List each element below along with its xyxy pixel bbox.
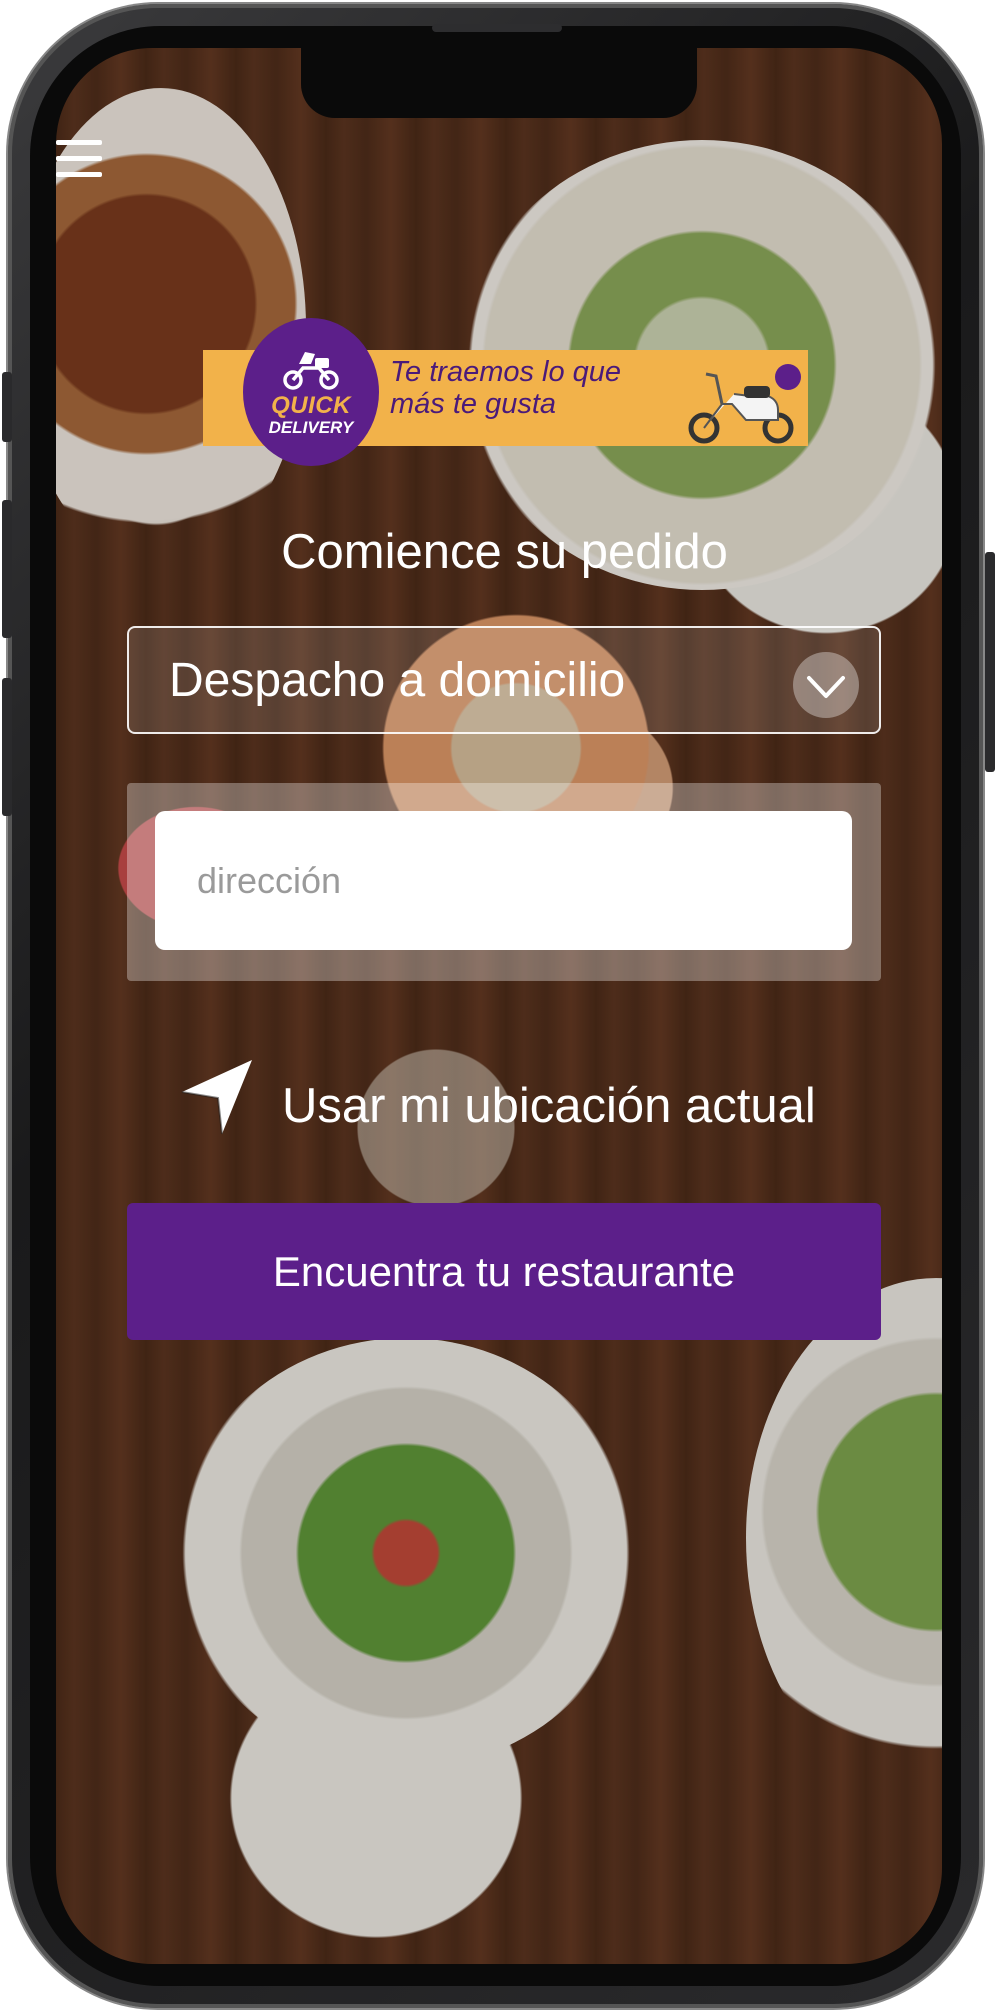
phone-notch <box>301 48 697 118</box>
address-input[interactable] <box>155 811 852 950</box>
motorcycle-icon <box>283 352 339 390</box>
find-restaurant-button[interactable]: Encuentra tu restaurante <box>127 1203 881 1340</box>
banner-tagline-line1: Te traemos lo que <box>390 356 622 388</box>
quick-delivery-logo: QUICK DELIVERY <box>243 318 379 466</box>
mute-switch <box>2 372 12 442</box>
background-overlay <box>56 48 942 1964</box>
power-button <box>985 552 995 772</box>
use-current-location-label: Usar mi ubicación actual <box>282 1079 816 1133</box>
navigation-arrow-icon <box>181 1060 252 1135</box>
banner-tagline: Te traemos lo que más te gusta <box>390 356 710 420</box>
logo-text-delivery: DELIVERY <box>268 418 354 437</box>
volume-down-button <box>2 678 12 816</box>
chevron-down-icon[interactable] <box>793 652 859 718</box>
banner-tagline-line2: más te gusta <box>390 388 557 420</box>
page-title: Comience su pedido <box>281 525 728 579</box>
use-current-location-link[interactable]: Usar mi ubicación actual <box>180 1052 860 1148</box>
scooter-illustration <box>688 372 794 444</box>
app-screen <box>56 48 942 1964</box>
logo-text-quick: QUICK <box>271 392 351 419</box>
earpiece-speaker <box>432 24 562 32</box>
hamburger-menu-icon[interactable] <box>56 140 102 192</box>
delivery-mode-value: Despacho a domicilio <box>169 654 626 707</box>
delivery-mode-select[interactable]: Despacho a domicilio <box>127 626 881 734</box>
